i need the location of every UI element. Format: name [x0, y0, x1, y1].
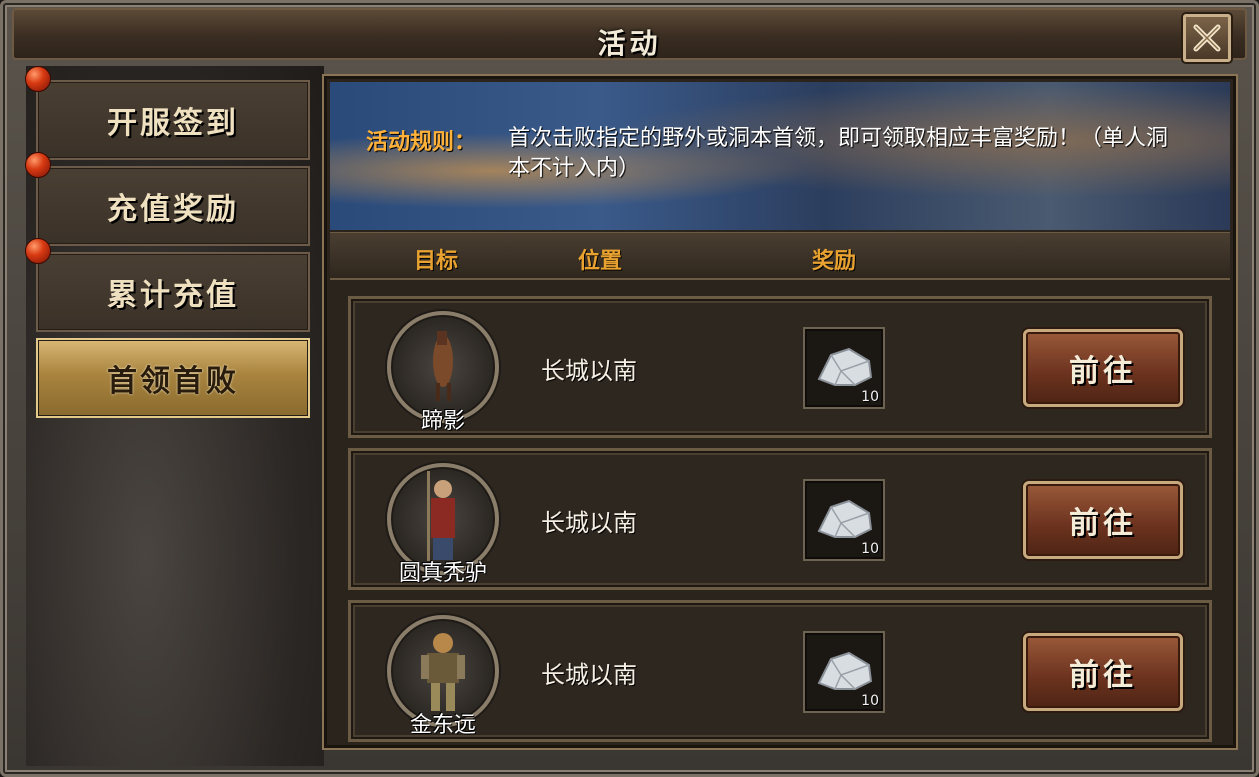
sidebar-item-server-signin[interactable]: 开服签到	[36, 80, 310, 160]
table-row: 蹄影 长城以南 10 前往	[348, 296, 1212, 438]
go-button[interactable]: 前往	[1023, 481, 1183, 559]
table-row: 圆真秃驴 长城以南 10 前往	[348, 448, 1212, 590]
location-text: 长城以南	[541, 357, 637, 385]
go-button[interactable]: 前往	[1023, 329, 1183, 407]
reward-slot[interactable]: 10	[803, 631, 885, 713]
boss-name: 金东远	[409, 713, 476, 738]
sidebar-item-boss-first-kill[interactable]: 首领首败	[36, 338, 310, 418]
sidebar-item-label: 充值奖励	[107, 192, 239, 227]
header-location: 位置	[578, 249, 623, 274]
rule-text: 首次击败指定的野外或洞本首领，即可领取相应丰富奖励！（单人洞本不计入内）	[508, 126, 1169, 181]
sidebar: 开服签到 充值奖励 累计充值 首领首败	[26, 66, 324, 766]
silver-ore-icon	[817, 499, 873, 538]
reward-count: 10	[861, 693, 879, 709]
silver-ore-icon	[817, 347, 873, 386]
reward-slot[interactable]: 10	[803, 327, 885, 409]
main-panel: 活动规则： 首次击败指定的野外或洞本首领，即可领取相应丰富奖励！（单人洞本不计入…	[322, 74, 1238, 750]
go-button[interactable]: 前往	[1023, 633, 1183, 711]
title-bar: 活动	[12, 8, 1247, 60]
silver-ore-icon	[817, 651, 873, 690]
location-text: 长城以南	[541, 661, 637, 689]
close-button[interactable]	[1183, 14, 1231, 62]
rule-banner: 活动规则： 首次击败指定的野外或洞本首领，即可领取相应丰富奖励！（单人洞本不计入…	[330, 82, 1230, 230]
sidebar-item-cumulative-recharge[interactable]: 累计充值	[36, 252, 310, 332]
alert-dot-icon	[25, 152, 51, 178]
reward-count: 10	[861, 389, 879, 405]
sidebar-item-label: 首领首败	[107, 364, 239, 399]
alert-dot-icon	[25, 66, 51, 92]
rule-label: 活动规则：	[366, 130, 477, 155]
boss-name: 蹄影	[420, 409, 465, 434]
header-target: 目标	[414, 249, 459, 274]
location-text: 长城以南	[541, 509, 637, 537]
boss-name: 圆真秃驴	[398, 561, 487, 586]
alert-dot-icon	[25, 238, 51, 264]
table-header: 目标 位置 奖励	[330, 232, 1230, 280]
sidebar-item-recharge-reward[interactable]: 充值奖励	[36, 166, 310, 246]
table-row: 金东远 长城以南 10 前往	[348, 600, 1212, 742]
window-title: 活动	[597, 27, 662, 60]
reward-count: 10	[861, 541, 879, 557]
sidebar-item-label: 开服签到	[107, 106, 239, 141]
close-x-icon	[1193, 24, 1221, 52]
sidebar-item-label: 累计充值	[107, 278, 239, 313]
reward-slot[interactable]: 10	[803, 479, 885, 561]
header-reward: 奖励	[812, 249, 857, 274]
